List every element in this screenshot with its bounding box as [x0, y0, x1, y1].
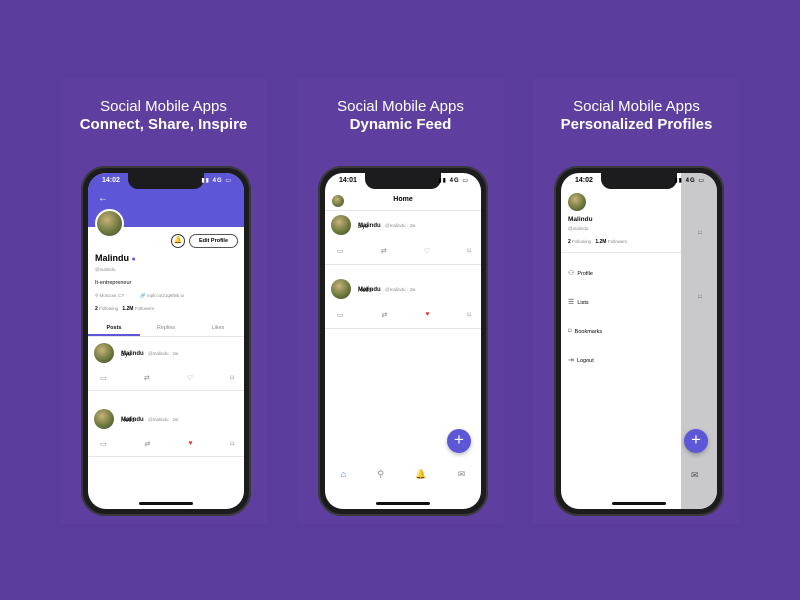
divider [88, 456, 244, 457]
avatar[interactable] [331, 279, 351, 299]
status-icons: ▮▮ 4G ▭ [438, 178, 469, 184]
drawer-name: Malindu [568, 216, 593, 223]
divider [325, 210, 481, 211]
comment-icon[interactable]: ▭ [337, 311, 344, 319]
home-indicator [376, 502, 430, 505]
heart-filled-icon[interactable]: ♥ [425, 311, 429, 319]
drawer-handle: @malindu [568, 226, 589, 231]
home-indicator [612, 502, 666, 505]
divider [561, 252, 681, 253]
drawer-item-bookmarks[interactable]: ⌑ Bookmarks [568, 327, 602, 335]
follow-stats: 2 Following 1.2M Followers [95, 306, 155, 312]
status-time: 14:02 [102, 177, 120, 184]
panel-title: Social Mobile Apps [100, 98, 227, 115]
bookmark-icon: ⌑ [698, 294, 702, 301]
phone-frame: 14:02 ▮▮ 4G ▭ ⌑ ⌑ ✉ + Malindu @malindu 2… [554, 166, 724, 516]
bell-icon[interactable]: 🔔 [415, 469, 426, 489]
panel-heading: Social Mobile Apps Connect, Share, Inspi… [60, 98, 267, 134]
drawer-screen: 14:02 ▮▮ 4G ▭ ⌑ ⌑ ✉ + Malindu @malindu 2… [561, 173, 717, 509]
status-bar: 14:01 ▮▮ 4G ▭ [325, 177, 481, 189]
profile-bio: It-entrepreneur [95, 280, 132, 286]
back-arrow-icon[interactable]: ← [98, 193, 108, 204]
phone-frame: 14:02 ▮▮ 4G ▭ ← 🔔 Edit Profile Malindu ●… [81, 166, 251, 516]
search-icon[interactable]: ⚲ [377, 469, 384, 489]
home-indicator [139, 502, 193, 505]
heart-filled-icon[interactable]: ♥ [188, 440, 192, 448]
profile-name: Malindu ● [95, 253, 136, 263]
compose-button[interactable]: + [447, 429, 471, 453]
profile-handle: @malindu [95, 267, 116, 272]
bookmark-icon[interactable]: ⌑ [230, 374, 234, 382]
panel-profile: Social Mobile Apps Connect, Share, Inspi… [60, 78, 267, 524]
drawer-item-logout[interactable]: ⇥ Logout [568, 356, 594, 364]
repost-icon[interactable]: ⇄ [381, 247, 387, 255]
repost-icon[interactable]: ⇄ [144, 374, 150, 382]
avatar[interactable] [568, 193, 586, 211]
profile-location: ⚲ Moscow, CY [95, 293, 125, 298]
avatar[interactable] [94, 409, 114, 429]
tab-likes[interactable]: Likes [192, 321, 244, 336]
page-title: Home [393, 196, 413, 203]
panel-feed: Social Mobile Apps Dynamic Feed 14:01 ▮▮… [297, 78, 504, 524]
post-text: Bye [358, 224, 369, 230]
status-time: 14:02 [575, 177, 593, 184]
status-bar: 14:02 ▮▮ 4G ▭ [561, 177, 717, 189]
post-text: Bye [121, 352, 132, 358]
bookmark-icon: ⌑ [568, 328, 572, 335]
home-icon[interactable]: ⌂ [341, 469, 346, 489]
avatar[interactable] [94, 343, 114, 363]
panel-subtitle: Dynamic Feed [349, 116, 452, 133]
repost-icon[interactable]: ⇄ [145, 440, 151, 448]
tab-posts[interactable]: Posts [88, 321, 140, 336]
avatar[interactable] [95, 209, 124, 238]
drawer-item-profile[interactable]: ⚇ Profile [568, 269, 593, 277]
post-text: Hello [358, 288, 372, 294]
verified-icon: ● [131, 256, 136, 263]
tab-replies[interactable]: Replies [140, 321, 192, 336]
phone-frame: 14:01 ▮▮ 4G ▭ Home Malindu @malindu · 2w… [318, 166, 488, 516]
profile-link[interactable]: 🔗 mpli.co/21g6fwb.io [140, 293, 184, 299]
drawer-item-lists[interactable]: ☰ Lists [568, 298, 589, 306]
panel-heading: Social Mobile Apps Personalized Profiles [533, 98, 740, 134]
dimmed-feed-overlay[interactable]: ⌑ ⌑ ✉ [681, 173, 717, 509]
status-icons: ▮▮ 4G ▭ [674, 178, 705, 184]
compose-button[interactable]: + [684, 429, 708, 453]
status-bar: 14:02 ▮▮ 4G ▭ [88, 177, 244, 189]
mail-icon: ✉ [691, 470, 699, 480]
comment-icon[interactable]: ▭ [100, 440, 107, 448]
logout-icon: ⇥ [568, 357, 574, 364]
bottom-nav: ⌂ ⚲ 🔔 ✉ [325, 469, 481, 489]
repost-icon[interactable]: ⇄ [382, 311, 388, 319]
status-time: 14:01 [339, 177, 357, 184]
panel-subtitle: Personalized Profiles [560, 116, 713, 133]
bookmark-icon[interactable]: ⌑ [230, 440, 234, 448]
follow-stats: 2 Following 1.2M Followers [568, 239, 628, 245]
profile-screen: 14:02 ▮▮ 4G ▭ ← 🔔 Edit Profile Malindu ●… [88, 173, 244, 509]
divider [325, 328, 481, 329]
panel-subtitle: Connect, Share, Inspire [79, 116, 248, 133]
bookmark-icon[interactable]: ⌑ [467, 247, 471, 255]
panel-drawer: Social Mobile Apps Personalized Profiles… [533, 78, 740, 524]
heart-icon[interactable]: ♡ [424, 247, 430, 255]
list-icon: ☰ [568, 299, 575, 306]
panel-title: Social Mobile Apps [337, 98, 464, 115]
bookmark-icon[interactable]: ⌑ [467, 311, 471, 319]
panel-title: Social Mobile Apps [573, 98, 700, 115]
mail-icon[interactable]: ✉ [458, 469, 466, 489]
divider [88, 390, 244, 391]
status-icons: ▮▮ 4G ▭ [201, 178, 232, 184]
bell-icon[interactable]: 🔔 [171, 234, 185, 248]
bookmark-icon: ⌑ [698, 230, 702, 237]
edit-profile-button[interactable]: Edit Profile [189, 234, 238, 248]
panel-heading: Social Mobile Apps Dynamic Feed [297, 98, 504, 134]
divider [325, 264, 481, 265]
heart-icon[interactable]: ♡ [187, 374, 193, 382]
comment-icon[interactable]: ▭ [100, 374, 107, 382]
comment-icon[interactable]: ▭ [337, 247, 344, 255]
user-icon: ⚇ [568, 270, 575, 277]
post-text: Hello [121, 418, 135, 424]
profile-tabs: Posts Replies Likes [88, 321, 244, 337]
avatar[interactable] [331, 215, 351, 235]
feed-screen: 14:01 ▮▮ 4G ▭ Home Malindu @malindu · 2w… [325, 173, 481, 509]
